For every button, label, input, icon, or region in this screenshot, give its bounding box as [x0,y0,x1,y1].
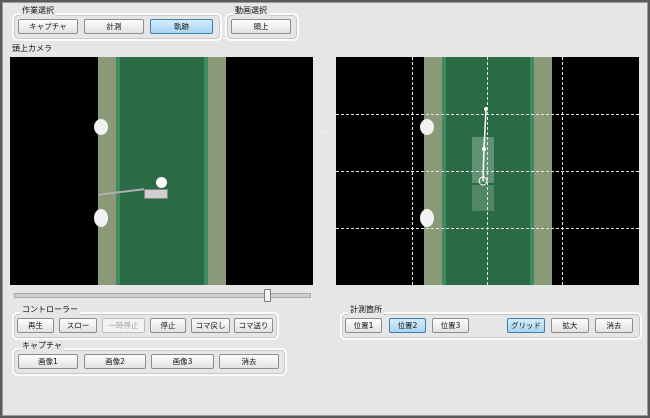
pause-button[interactable]: 一時停止 [102,318,145,333]
trajectory-mode-button[interactable]: 軌跡 [150,19,213,34]
position2-button[interactable]: 位置2 [389,318,426,333]
side-marker [94,209,108,227]
play-button[interactable]: 再生 [17,318,54,333]
overhead-camera-view[interactable] [10,57,313,285]
video-select-group: 動画選択 頭上 [225,6,299,41]
playback-slider-thumb[interactable] [264,289,271,302]
slow-button[interactable]: スロー [59,318,97,333]
overhead-video-button[interactable]: 頭上 [231,19,291,34]
capture-clear-button[interactable]: 消去 [219,354,279,369]
mat-edge [204,57,208,285]
controller-label: コントローラー [20,305,80,315]
putting-mat [116,57,208,285]
grid-line [336,228,639,229]
video-select-label: 動画選択 [233,6,269,16]
trajectory-view[interactable] [336,57,639,285]
putter-head [144,189,168,199]
step-forward-button[interactable]: コマ送り [234,318,273,333]
step-back-button[interactable]: コマ戻し [191,318,230,333]
measure-point-label: 計測箇所 [348,305,384,315]
measure-clear-button[interactable]: 消去 [595,318,633,333]
grid-line [336,171,639,172]
grid-toggle-button[interactable]: グリッド [507,318,545,333]
controller-group: コントローラー 再生 スロー 一時停止 停止 コマ戻し コマ送り [12,305,279,340]
position3-button[interactable]: 位置3 [432,318,469,333]
stop-button[interactable]: 停止 [150,318,186,333]
trajectory-line [483,108,487,150]
side-marker [94,119,108,135]
golf-ball [156,177,167,188]
grid-line [336,114,639,115]
work-select-label: 作業選択 [20,6,56,16]
mat-edge [116,57,120,285]
view-separator: — [319,127,327,136]
work-select-group: 作業選択 キャプチャ 計測 軌跡 [12,6,222,41]
capture-image2-button[interactable]: 画像2 [84,354,146,369]
capture-image3-button[interactable]: 画像3 [151,354,214,369]
zoom-button[interactable]: 拡大 [551,318,589,333]
trajectory-line [482,148,485,182]
position1-button[interactable]: 位置1 [345,318,382,333]
camera-label: 頭上カメラ [12,44,52,53]
capture-image1-button[interactable]: 画像1 [18,354,78,369]
measure-mode-button[interactable]: 計測 [84,19,144,34]
capture-group: キャプチャ 画像1 画像2 画像3 消去 [12,341,287,376]
capture-mode-button[interactable]: キャプチャ [18,19,78,34]
capture-label: キャプチャ [20,341,64,351]
measure-point-group: 計測箇所 位置1 位置2 位置3 グリッド 拡大 消去 [340,305,642,340]
app-window: 作業選択 キャプチャ 計測 軌跡 動画選択 頭上 頭上カメラ — コントローラー… [2,2,648,416]
trajectory-point [482,147,486,151]
